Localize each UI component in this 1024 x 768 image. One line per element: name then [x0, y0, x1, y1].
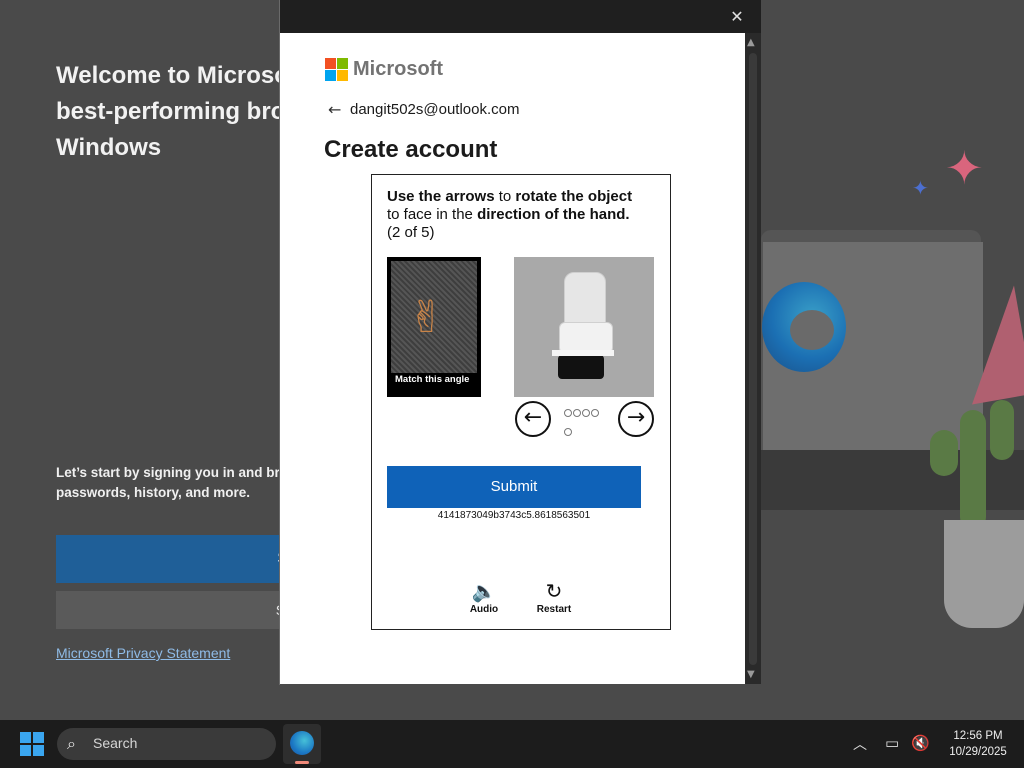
sparkle-icon: ✦: [912, 176, 929, 200]
clock-time: 12:56 PM: [953, 730, 1003, 742]
scroll-up-icon[interactable]: ▲: [747, 37, 755, 48]
match-angle-caption: Match this angle: [395, 374, 470, 385]
privacy-statement-link[interactable]: Microsoft Privacy Statement: [56, 645, 230, 661]
progress-dot: [582, 409, 590, 417]
progress-dot: [573, 409, 581, 417]
cactus-illustration: [930, 400, 1024, 530]
search-icon: ⌕: [67, 734, 76, 753]
audio-button[interactable]: 🔈 Audio: [454, 578, 514, 616]
instruction-bold: Use the arrows: [387, 188, 495, 205]
chair-base-illustration: [552, 350, 614, 356]
scrollbar-thumb[interactable]: [749, 53, 757, 665]
dialog-titlebar: [280, 0, 761, 33]
clock-date: 10/29/2025: [949, 746, 1007, 758]
captcha-frame: [371, 174, 671, 630]
search-placeholder: Search: [93, 735, 138, 751]
flower-pot-illustration: [944, 520, 1024, 628]
audio-label: Audio: [469, 604, 499, 615]
speaker-icon: 🔈: [471, 579, 497, 603]
instruction-bold: rotate the object: [515, 188, 633, 205]
captcha-instruction: Use the arrows to rotate the object to f…: [387, 188, 657, 242]
edge-icon: [290, 731, 314, 755]
close-icon[interactable]: ✕: [726, 6, 748, 28]
chevron-up-icon[interactable]: ︿: [853, 734, 867, 754]
restart-button[interactable]: ↻ Restart: [524, 578, 584, 616]
progress-dots: [564, 404, 608, 442]
rotate-right-button[interactable]: →: [618, 401, 654, 437]
restart-icon: ↻: [545, 579, 563, 603]
progress-dot: [564, 409, 572, 417]
volume-muted-icon[interactable]: 🔇: [911, 734, 930, 752]
microsoft-logo-icon: [325, 58, 348, 81]
taskbar-search[interactable]: ⌕ Search: [57, 728, 276, 760]
page-title: Create account: [324, 136, 498, 163]
back-arrow-icon[interactable]: ←: [328, 100, 341, 120]
progress-dot: [591, 409, 599, 417]
instruction-text: to: [494, 188, 516, 205]
chair-back-illustration: [564, 272, 606, 326]
taskbar-edge-button[interactable]: [283, 724, 321, 764]
chair-shadow-illustration: [558, 355, 604, 379]
sparkle-icon: ✦: [945, 141, 984, 195]
scroll-down-icon[interactable]: ▼: [747, 669, 755, 680]
network-icon[interactable]: ▭: [885, 734, 899, 752]
dialog-scrollbar[interactable]: ▲ ▼: [745, 33, 761, 684]
taskbar-clock[interactable]: 12:56 PM 10/29/2025: [938, 728, 1018, 760]
submit-button[interactable]: Submit: [387, 466, 641, 508]
edge-logo-illustration: [762, 282, 846, 372]
instruction-bold: direction of the hand.: [477, 206, 630, 223]
restart-label: Restart: [536, 604, 572, 615]
rotate-left-button[interactable]: ←: [515, 401, 551, 437]
account-email: dangit502s@outlook.com: [350, 101, 520, 118]
hand-icon: ✌: [408, 292, 445, 343]
session-id: 4141873049b3743c5.8618563501: [437, 510, 591, 521]
instruction-text: to face in the: [387, 206, 478, 223]
active-indicator: [295, 761, 309, 764]
captcha-progress: (2 of 5): [387, 224, 435, 241]
progress-dot: [564, 428, 572, 436]
microsoft-wordmark: Microsoft: [353, 58, 443, 80]
windows-start-icon[interactable]: [20, 732, 44, 756]
